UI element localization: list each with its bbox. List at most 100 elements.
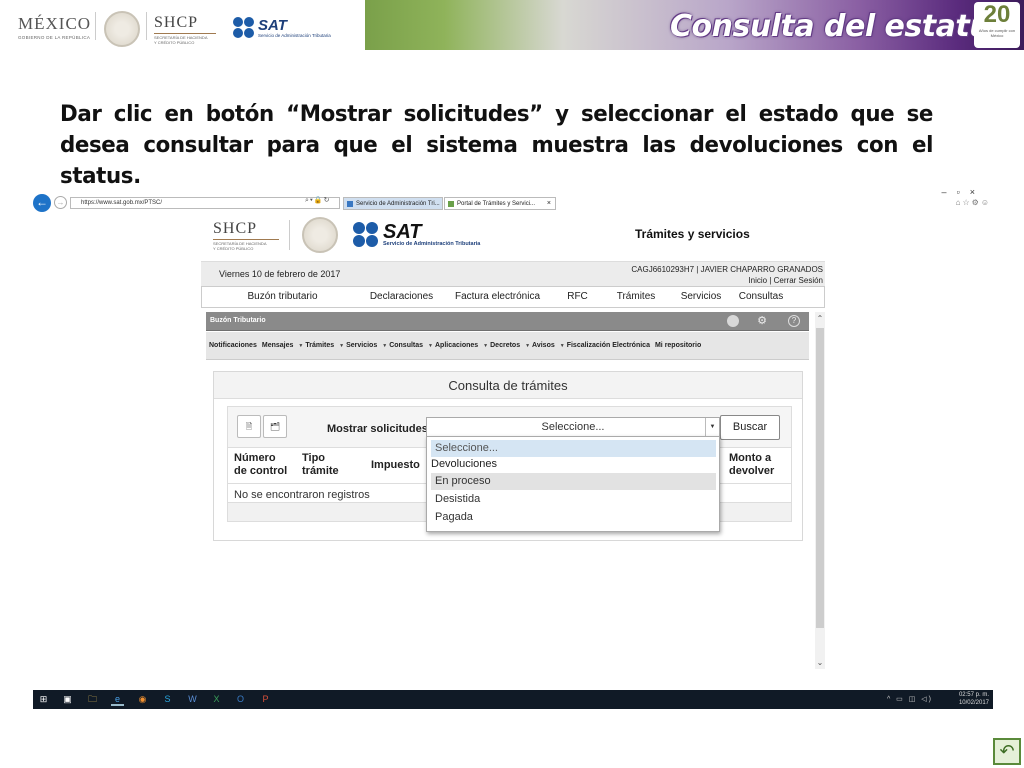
- shcp-logo-subtext: Y CRÉDITO PÚBLICO: [154, 40, 195, 45]
- estado-dropdown-list: Seleccione... Devoluciones En proceso De…: [426, 436, 720, 532]
- clock[interactable]: 02:57 p. m. 10/02/2017: [959, 691, 989, 707]
- user-links[interactable]: Inicio | Cerrar Sesión: [631, 275, 823, 286]
- back-button[interactable]: ←: [33, 194, 51, 212]
- nav-servicios[interactable]: Servicios: [672, 287, 730, 307]
- mexico-logo: MÉXICO GOBIERNO DE LA REPÚBLICA: [18, 14, 91, 40]
- buzon-menu-label: Trámites: [305, 342, 335, 349]
- buzon-menu-item[interactable]: ▼ Avisos: [525, 342, 555, 349]
- site-section-title: Trámites y servicios: [635, 227, 750, 241]
- buzon-menu-item[interactable]: ▼ Fiscalización Electrónica: [560, 342, 650, 349]
- caret-down-icon: ▼: [483, 343, 489, 349]
- file-explorer-icon[interactable]: 🗀: [86, 693, 99, 706]
- tab-label: Portal de Trámites y Servici...: [457, 201, 536, 207]
- buzon-menu-item[interactable]: Mi repositorio: [655, 342, 701, 349]
- shcp-logo: SHCP SECRETARÍA DE HACIENDA Y CRÉDITO PÚ…: [154, 14, 216, 45]
- browser-chrome: ← → https://www.sat.gob.mx/PTSC/ ⌕▾🔒↻ Se…: [33, 187, 993, 212]
- caret-down-icon: ▼: [559, 343, 565, 349]
- sat-dots-icon: [353, 222, 379, 248]
- folder-icon: 🗂: [269, 422, 281, 431]
- national-seal-icon: [104, 11, 140, 47]
- window-controls[interactable]: –▫×: [942, 187, 985, 197]
- powerpoint-icon[interactable]: P: [259, 693, 272, 706]
- sat-logo[interactable]: SAT Servicio de Administración Tributari…: [353, 222, 480, 248]
- buzon-menu-item[interactable]: Notificaciones: [209, 342, 257, 349]
- user-bar: Viernes 10 de febrero de 2017 CAGJ661029…: [201, 261, 825, 286]
- browser-toolbar-icons[interactable]: ⌂☆⚙☺: [956, 198, 991, 207]
- return-arrow-icon[interactable]: ↶: [993, 738, 1021, 765]
- new-document-button[interactable]: 🗎: [237, 415, 261, 438]
- status-circle-icon[interactable]: [727, 315, 739, 327]
- page-scrollbar[interactable]: ⌃ ⌄: [815, 312, 825, 669]
- windows-start-icon[interactable]: ⊞: [37, 693, 50, 706]
- internet-explorer-icon[interactable]: e: [111, 693, 124, 706]
- nav-declaraciones[interactable]: Declaraciones: [363, 287, 440, 307]
- buzon-menu-item[interactable]: ▼ Trámites: [298, 342, 334, 349]
- nav-factura-electronica[interactable]: Factura electrónica: [440, 287, 555, 307]
- word-icon[interactable]: W: [186, 693, 199, 706]
- mostrar-solicitudes-label: Mostrar solicitudes:: [327, 423, 432, 435]
- open-folder-button[interactable]: 🗂: [263, 415, 287, 438]
- user-info: CAGJ6610293H7 | JAVIER CHAPARRO GRANADOS…: [631, 264, 823, 286]
- buzon-menu-item[interactable]: ▼ Servicios: [339, 342, 377, 349]
- skype-icon[interactable]: S: [161, 693, 174, 706]
- option-pagada[interactable]: Pagada: [431, 509, 716, 526]
- col-impuesto[interactable]: Impuesto: [371, 459, 420, 472]
- nav-rfc[interactable]: RFC: [555, 287, 600, 307]
- buzon-menu-label: Mi repositorio: [654, 342, 702, 349]
- sat-logo-subtext: Servicio de Administración Tributaria: [258, 32, 331, 38]
- shcp-logo-text: SHCP: [213, 220, 258, 237]
- nav-consultas[interactable]: Consultas: [730, 287, 792, 307]
- estado-select[interactable]: Seleccione... ▼: [426, 417, 720, 438]
- anniversary-text: Años de cumplir con México: [978, 28, 1016, 38]
- task-view-icon[interactable]: ▣: [61, 693, 74, 706]
- address-bar[interactable]: https://www.sat.gob.mx/PTSC/: [70, 197, 340, 209]
- system-tray-icons[interactable]: ^ ▭ ◫ ◁): [887, 695, 933, 703]
- address-bar-icons[interactable]: ⌕▾🔒↻: [305, 196, 330, 205]
- forward-button[interactable]: →: [54, 196, 67, 209]
- sat-logo-text: SAT: [258, 16, 287, 34]
- option-desistida[interactable]: Desistida: [431, 491, 716, 508]
- help-icon[interactable]: ?: [788, 315, 800, 327]
- browser-tab-active[interactable]: Portal de Trámites y Servici... ×: [444, 197, 556, 210]
- nav-tramites[interactable]: Trámites: [600, 287, 672, 307]
- chevron-down-icon[interactable]: ⌄: [815, 658, 825, 667]
- col-monto-devolver[interactable]: Monto a devolver: [729, 452, 774, 478]
- chevron-down-icon[interactable]: ▼: [705, 418, 719, 437]
- buscar-button[interactable]: Buscar: [720, 415, 780, 440]
- mexico-logo-subtext: GOBIERNO DE LA REPÚBLICA: [18, 35, 91, 40]
- outlook-icon[interactable]: O: [234, 693, 247, 706]
- sat-dots-icon: [233, 17, 255, 39]
- tab-favicon-icon: [347, 201, 353, 207]
- mexico-logo-text: MÉXICO: [18, 14, 92, 33]
- firefox-icon[interactable]: ◉: [136, 693, 149, 706]
- buzon-menu-item[interactable]: ▼ Decretos: [483, 342, 520, 349]
- nav-buzon-tributario[interactable]: Buzón tributario: [202, 287, 363, 307]
- sat-portal: SHCP SECRETARÍA DE HACIENDA Y CRÉDITO PÚ…: [201, 211, 825, 669]
- chevron-up-icon[interactable]: ⌃: [815, 314, 825, 323]
- shcp-logo: SHCP SECRETARÍA DE HACIENDA Y CRÉDITO PÚ…: [213, 220, 279, 251]
- buzon-menu-label: Consultas: [389, 342, 424, 349]
- sat-logo: SAT Servicio de Administración Tributari…: [233, 17, 331, 39]
- browser-tab[interactable]: Servicio de Administración Tri...: [343, 197, 443, 210]
- clock-date: 10/02/2017: [958, 700, 989, 706]
- divider: [289, 220, 290, 250]
- buzon-menu-item[interactable]: Mensajes: [262, 342, 294, 349]
- col-numero-control[interactable]: Número de control: [234, 452, 287, 478]
- col-tipo-tramite[interactable]: Tipo trámite: [302, 452, 339, 478]
- buzon-menu-item[interactable]: ▼ Aplicaciones: [428, 342, 478, 349]
- settings-icon[interactable]: ⚙: [756, 315, 768, 327]
- buzon-menu-item[interactable]: ▼ Consultas: [382, 342, 423, 349]
- excel-icon[interactable]: X: [210, 693, 223, 706]
- option-en-proceso[interactable]: En proceso: [431, 473, 716, 490]
- slide: MÉXICO GOBIERNO DE LA REPÚBLICA SHCP SEC…: [0, 0, 1024, 768]
- user-name: CAGJ6610293H7 | JAVIER CHAPARRO GRANADOS: [631, 265, 823, 274]
- caret-down-icon: ▼: [428, 343, 433, 349]
- option-seleccione[interactable]: Seleccione...: [431, 440, 716, 457]
- scrollbar-thumb[interactable]: [816, 328, 824, 628]
- buzon-menu-label: Avisos: [532, 342, 555, 349]
- slide-title: Consulta del estatus: [670, 9, 1008, 44]
- shcp-logo-text: SHCP: [154, 14, 199, 31]
- buzon-menu-label: Aplicaciones: [434, 342, 479, 349]
- close-tab-icon[interactable]: ×: [547, 198, 551, 209]
- sat-logo-subtext: Servicio de Administración Tributaria: [383, 241, 481, 247]
